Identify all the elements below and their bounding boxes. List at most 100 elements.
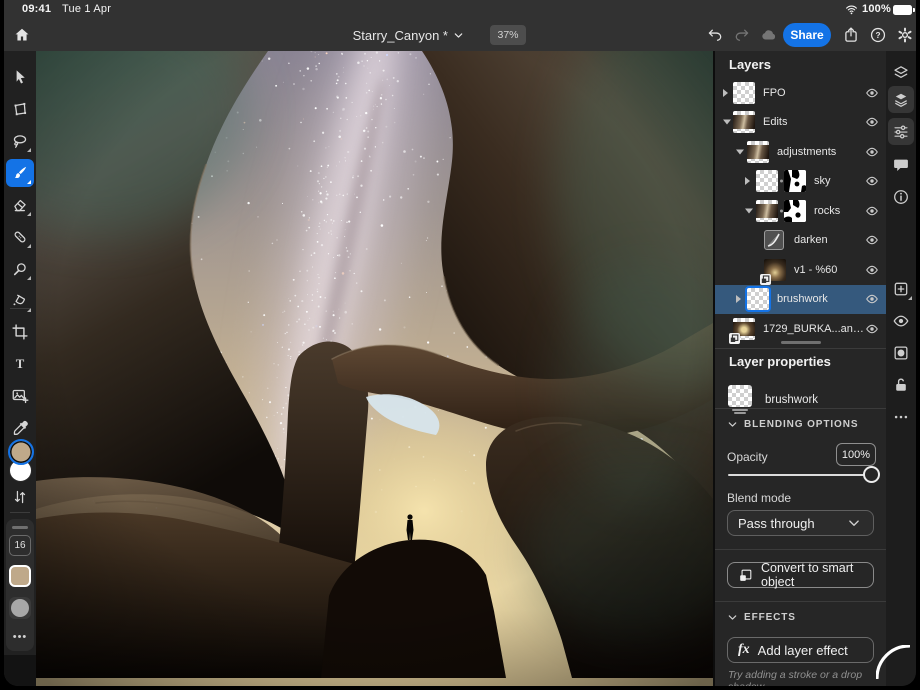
layer-row[interactable]: FPO	[715, 78, 886, 108]
layer-row[interactable]: Edits	[715, 108, 886, 138]
blend-mode-label: Blend mode	[727, 491, 791, 505]
magnify-tool[interactable]	[6, 255, 34, 283]
share-button[interactable]: Share	[783, 23, 831, 47]
layer-name: 1729_BURKA...anced-NR33	[763, 323, 865, 335]
fill-tool[interactable]	[6, 287, 34, 315]
wifi-icon	[844, 2, 859, 17]
divider	[715, 408, 886, 409]
visibility-eye-icon[interactable]	[865, 263, 879, 277]
disclosure-arrow-icon[interactable]	[723, 89, 728, 97]
crop-tool[interactable]	[6, 318, 34, 346]
move-tool[interactable]	[6, 63, 34, 91]
disclosure-arrow-icon[interactable]	[736, 149, 744, 154]
help-button[interactable]: ?	[866, 23, 890, 47]
visibility-eye-icon[interactable]	[865, 292, 879, 306]
layer-list-icon[interactable]	[889, 88, 913, 112]
opacity-slider-track[interactable]	[728, 474, 872, 476]
brush-preview-well	[9, 597, 31, 619]
visibility-eye-icon[interactable]	[865, 145, 879, 159]
visibility-eye-icon[interactable]	[865, 86, 879, 100]
place-photo-tool[interactable]	[6, 382, 34, 410]
visibility-eye-icon[interactable]	[865, 204, 879, 218]
brush-color-swatch[interactable]	[9, 565, 31, 587]
layer-row[interactable]: rocks	[715, 196, 886, 226]
layer-row[interactable]: sky	[715, 167, 886, 197]
battery-percent: 100%	[862, 3, 891, 15]
chevron-down-icon	[453, 30, 464, 41]
info-icon[interactable]	[889, 185, 913, 209]
status-bar: 09:41 Tue 1 Apr 100%	[4, 0, 916, 20]
visibility-eye-icon[interactable]	[865, 322, 879, 336]
layer-row[interactable]: adjustments	[715, 137, 886, 167]
layer-row[interactable]: darken	[715, 226, 886, 256]
convert-to-smart-object-button[interactable]: Convert to smart object	[727, 562, 874, 588]
mask-link-dot	[780, 180, 783, 183]
panel-drag-handle[interactable]	[12, 526, 28, 529]
visibility-icon[interactable]	[889, 309, 913, 333]
visibility-eye-icon[interactable]	[865, 115, 879, 129]
properties-layer-thumbnail	[728, 385, 752, 407]
mask-icon[interactable]	[889, 341, 913, 365]
brush-size-field[interactable]: 16	[9, 535, 31, 556]
canvas[interactable]	[36, 51, 713, 686]
clock: 09:41	[22, 3, 51, 15]
layers-panel: Layers FPOEditsadjustmentsskyrocks darke…	[715, 51, 886, 686]
layer-row[interactable]: v1 - %60	[715, 255, 886, 285]
swap-colors-button[interactable]	[6, 483, 34, 511]
add-layer-icon[interactable]	[889, 277, 913, 301]
blend-mode-dropdown[interactable]: Pass through	[727, 510, 874, 536]
fx-icon: fx	[738, 642, 750, 658]
settings-button[interactable]	[893, 23, 916, 47]
visibility-eye-icon[interactable]	[865, 174, 879, 188]
chevron-down-icon	[845, 514, 863, 532]
healing-tool[interactable]	[6, 223, 34, 251]
effects-header[interactable]: EFFECTS	[727, 612, 796, 623]
layer-name: adjustments	[777, 146, 836, 158]
disclosure-arrow-icon[interactable]	[723, 120, 731, 125]
lock-icon[interactable]	[889, 373, 913, 397]
adjust-sliders-icon[interactable]	[889, 120, 913, 144]
eraser-tool[interactable]	[6, 191, 34, 219]
more-icon[interactable]	[889, 405, 913, 429]
zoom-level-badge[interactable]: 37%	[490, 25, 526, 45]
disclosure-arrow-icon[interactable]	[745, 208, 753, 213]
type-tool[interactable]: T	[6, 350, 34, 378]
brush-tip-preview[interactable]	[11, 599, 29, 617]
comment-icon[interactable]	[889, 153, 913, 177]
disclosure-arrow-icon[interactable]	[736, 295, 741, 303]
panel-resize-handle[interactable]	[781, 341, 821, 344]
document-title-menu[interactable]: Starry_Canyon *	[4, 23, 464, 47]
layer-properties-title: Layer properties	[729, 354, 831, 369]
brush-tool[interactable]	[6, 159, 34, 187]
visibility-eye-icon[interactable]	[865, 233, 879, 247]
group-stack-icon	[729, 409, 751, 415]
more-options-button[interactable]: •••	[6, 631, 34, 643]
layers-icon[interactable]	[889, 61, 913, 85]
layer-row[interactable]: 1729_BURKA...anced-NR33	[715, 314, 886, 344]
layer-row[interactable]: brushwork	[715, 285, 886, 315]
color-chips[interactable]	[8, 439, 32, 483]
blending-options-header[interactable]: BLENDING OPTIONS	[727, 419, 858, 430]
disclosure-arrow-icon[interactable]	[745, 177, 750, 185]
opacity-slider-knob[interactable]	[863, 466, 880, 483]
subtool-indicator	[27, 212, 31, 216]
export-button[interactable]	[839, 23, 863, 47]
opacity-value[interactable]: 100%	[836, 443, 876, 466]
task-rail	[886, 51, 916, 686]
layer-list: FPOEdits adjustments skyrocks darkenv1 - %…	[715, 78, 886, 344]
smart-object-icon	[738, 568, 753, 583]
foreground-color-chip[interactable]	[8, 439, 34, 465]
redo-button[interactable]	[730, 23, 754, 47]
undo-button[interactable]	[703, 23, 727, 47]
transform-tool[interactable]	[6, 95, 34, 123]
battery-icon	[893, 5, 912, 15]
subtool-indicator	[27, 276, 31, 280]
divider	[10, 308, 30, 309]
svg-text:?: ?	[875, 31, 880, 40]
eyedropper-tool[interactable]	[6, 414, 34, 442]
cloud-sync-icon[interactable]	[757, 23, 781, 47]
lasso-tool[interactable]	[6, 127, 34, 155]
add-layer-effect-button[interactable]: fx Add layer effect	[727, 637, 874, 663]
subtool-indicator	[27, 148, 31, 152]
effects-hint: Try adding a stroke or a drop shadow.	[728, 669, 886, 686]
